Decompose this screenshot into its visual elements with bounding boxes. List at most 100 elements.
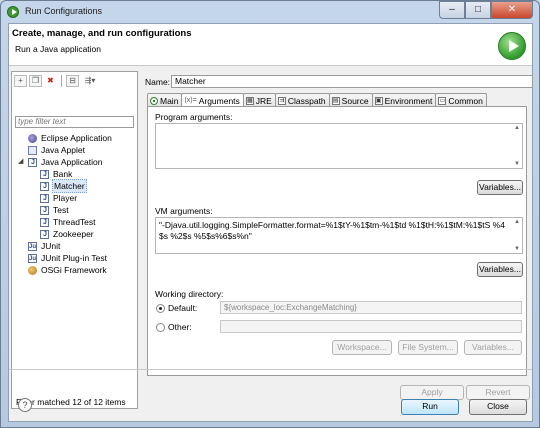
vm-variables-button[interactable]: Variables... (477, 262, 523, 277)
revert-button[interactable]: Revert (466, 385, 530, 400)
close-button[interactable]: Close (469, 399, 527, 415)
configuration-editor: Name: Matcher Main (x)= Arguments ▦ JRE … (142, 71, 533, 400)
run-banner-icon (498, 32, 526, 60)
tree-item-label: OSGi Framework (41, 265, 107, 275)
classpath-tab-icon: ⇉ (277, 96, 286, 105)
java-app-icon (40, 229, 49, 241)
program-args-scroll[interactable]: ▲ ▼ (513, 124, 521, 168)
other-variables-button[interactable]: Variables... (464, 340, 522, 355)
help-icon[interactable]: ? (18, 398, 32, 412)
window-controls: – □ ✕ (439, 1, 533, 19)
tab-main[interactable]: Main (147, 93, 183, 107)
name-input[interactable]: Matcher (171, 75, 533, 88)
tree-item-label: Java Application (41, 157, 103, 167)
source-tab-icon: ▤ (331, 96, 340, 105)
collapse-all-icon[interactable]: ⊟ (66, 75, 79, 87)
tab-label: Classpath (287, 95, 326, 106)
working-directory-label: Working directory: (155, 289, 224, 299)
toolbar-separator (61, 75, 62, 87)
delete-configuration-icon[interactable]: ✖ (44, 75, 57, 87)
filter-input[interactable]: type filter text (15, 116, 134, 128)
junit-icon (28, 253, 37, 265)
tree-item-java-application[interactable]: ◢ Java Application (12, 156, 137, 169)
tree-item-eclipse-application[interactable]: Eclipse Application (12, 132, 137, 144)
close-window-button[interactable]: ✕ (491, 1, 533, 19)
tree-item-label: Java Applet (41, 145, 85, 155)
tab-source[interactable]: ▤ Source (328, 93, 373, 107)
configuration-tree-panel: + ❐ ✖ ⊟ ⇶▾ type filter text Eclipse Appl… (11, 71, 138, 409)
apply-button[interactable]: Apply (400, 385, 464, 400)
tree-item-osgi-framework[interactable]: OSGi Framework (12, 264, 137, 276)
java-app-icon (40, 181, 49, 193)
minimize-button[interactable]: – (439, 1, 465, 19)
tab-label: Common (448, 95, 483, 106)
program-arguments-label: Program arguments: (155, 112, 233, 122)
other-label: Other: (168, 322, 192, 332)
header-subtitle: Run a Java application (15, 44, 102, 54)
java-app-icon (40, 169, 49, 181)
program-variables-button[interactable]: Variables... (477, 180, 523, 195)
tab-label: JRE (255, 95, 272, 106)
program-arguments-textarea[interactable] (155, 123, 523, 169)
title-bar[interactable]: Run Configurations – □ ✕ (1, 1, 539, 23)
tab-common[interactable]: ▭ Common (435, 93, 487, 107)
tab-jre[interactable]: ▦ JRE (242, 93, 276, 107)
tree-item-test[interactable]: Test (12, 204, 137, 217)
tree-item-junit[interactable]: JUnit (12, 240, 137, 253)
junit-icon (28, 241, 37, 253)
file-system-button[interactable]: File System... (398, 340, 458, 355)
other-radio[interactable] (156, 323, 165, 332)
default-directory-field: ${workspace_loc:ExchangeMatching} (220, 301, 522, 314)
tree-item-player[interactable]: Player (12, 192, 137, 205)
tree-item-label: Eclipse Application (41, 133, 112, 143)
new-configuration-icon[interactable]: + (14, 75, 27, 87)
tree-item-label: Test (53, 205, 69, 215)
java-app-icon (40, 205, 49, 217)
common-tab-icon: ▭ (438, 96, 447, 105)
osgi-icon (28, 266, 37, 275)
tab-label: Main (160, 95, 179, 106)
environment-tab-icon: ▣ (374, 96, 383, 105)
filter-status: Filter matched 12 of 12 items (16, 397, 126, 407)
expanded-chevron-icon[interactable]: ◢ (18, 156, 23, 168)
vm-arguments-textarea[interactable]: "-Djava.util.logging.SimpleFormatter.for… (155, 217, 523, 254)
vm-arguments-label: VM arguments: (155, 206, 213, 216)
jre-tab-icon: ▦ (245, 96, 254, 105)
scroll-up-icon[interactable]: ▲ (513, 218, 521, 226)
tree-item-matcher[interactable]: Matcher (12, 179, 137, 193)
default-label: Default: (168, 303, 198, 313)
workspace-button[interactable]: Workspace... (332, 340, 392, 355)
tree-item-java-applet[interactable]: Java Applet (12, 144, 137, 156)
tab-classpath[interactable]: ⇉ Classpath (274, 93, 330, 107)
tree-toolbar: + ❐ ✖ ⊟ ⇶▾ (14, 74, 99, 88)
scroll-up-icon[interactable]: ▲ (513, 124, 521, 132)
dialog-header: Create, manage, and run configurations R… (9, 24, 532, 66)
tree-item-label: JUnit Plug-in Test (41, 253, 107, 263)
tree-item-zookeeper[interactable]: Zookeeper (12, 228, 137, 241)
tree-item-label: Player (53, 193, 78, 203)
tab-environment[interactable]: ▣ Environment (371, 93, 437, 107)
tree-item-label: ThreadTest (53, 217, 96, 227)
window-title: Run Configurations (25, 6, 103, 16)
java-app-icon (40, 193, 49, 205)
java-app-icon (28, 157, 37, 169)
maximize-button[interactable]: □ (465, 1, 491, 19)
eclipse-icon (28, 134, 37, 143)
duplicate-configuration-icon[interactable]: ❐ (29, 75, 42, 87)
java-app-icon (40, 217, 49, 229)
tab-label: Environment (384, 95, 433, 106)
vm-args-scroll[interactable]: ▲ ▼ (513, 218, 521, 253)
config-tabs: Main (x)= Arguments ▦ JRE ⇉ Classpath ▤ … (147, 93, 487, 108)
run-configurations-window: Run Configurations – □ ✕ Create, manage,… (0, 0, 540, 428)
tree-item-threadtest[interactable]: ThreadTest (12, 216, 137, 229)
scroll-down-icon[interactable]: ▼ (513, 160, 521, 168)
scroll-down-icon[interactable]: ▼ (513, 245, 521, 253)
dialog-separator (9, 369, 532, 370)
filter-menu-icon[interactable]: ⇶▾ (81, 75, 99, 87)
dialog-client: Create, manage, and run configurations R… (8, 23, 533, 422)
run-button[interactable]: Run (401, 399, 459, 415)
name-label: Name: (145, 77, 171, 87)
tree-item-junit-plugin-test[interactable]: JUnit Plug-in Test (12, 252, 137, 265)
default-radio[interactable] (156, 304, 165, 313)
tree-item-label: Matcher (52, 179, 87, 193)
